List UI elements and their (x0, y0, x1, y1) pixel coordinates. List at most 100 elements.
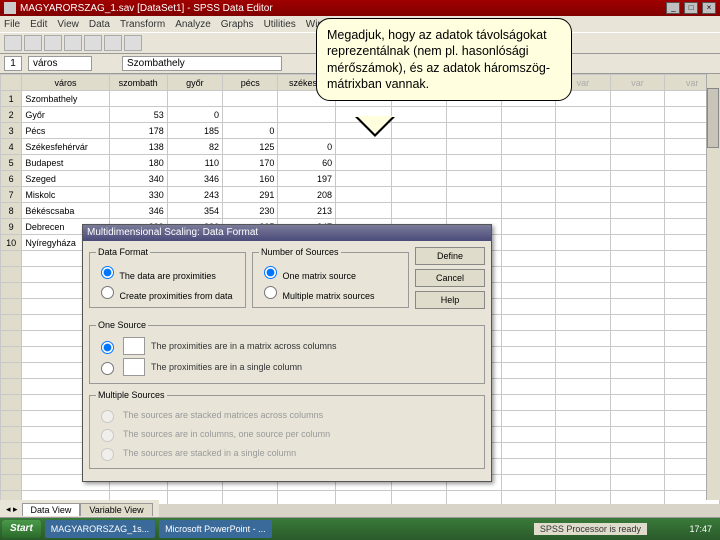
row-header[interactable] (1, 443, 22, 459)
empty-cell[interactable] (501, 395, 556, 411)
menu-data[interactable]: Data (89, 19, 110, 30)
tool-print-icon[interactable] (44, 35, 62, 51)
empty-cell[interactable] (501, 475, 556, 491)
empty-cell[interactable] (610, 155, 665, 171)
empty-cell[interactable] (446, 139, 501, 155)
empty-cell[interactable] (501, 107, 556, 123)
empty-cell[interactable] (556, 459, 611, 475)
empty-cell[interactable] (610, 491, 665, 505)
opt-single-column[interactable]: The proximities are in a single column (96, 358, 478, 376)
cell[interactable]: 346 (109, 203, 167, 219)
cell[interactable]: 138 (109, 139, 167, 155)
empty-cell[interactable] (446, 123, 501, 139)
empty-cell[interactable] (501, 203, 556, 219)
task-spss[interactable]: MAGYARORSZAG_1s... (45, 520, 155, 538)
empty-cell[interactable] (556, 363, 611, 379)
tab-variable-view[interactable]: Variable View (80, 503, 152, 516)
empty-cell[interactable] (610, 123, 665, 139)
empty-cell[interactable] (610, 219, 665, 235)
empty-cell[interactable] (392, 491, 447, 505)
cell[interactable]: 125 (222, 139, 277, 155)
vertical-scrollbar[interactable] (706, 74, 720, 500)
empty-cell[interactable] (556, 283, 611, 299)
menu-graphs[interactable]: Graphs (221, 19, 254, 30)
empty-cell[interactable] (501, 427, 556, 443)
empty-cell[interactable] (610, 475, 665, 491)
menu-utilities[interactable]: Utilities (264, 19, 296, 30)
empty-cell[interactable] (610, 235, 665, 251)
empty-cell[interactable] (501, 331, 556, 347)
row-header[interactable] (1, 267, 22, 283)
opt-proximities[interactable]: The data are proximities (96, 263, 239, 281)
empty-cell[interactable] (610, 171, 665, 187)
empty-cell[interactable] (556, 491, 611, 505)
row-header[interactable] (1, 411, 22, 427)
table-row[interactable]: 8 Békéscsaba346354230213 (1, 203, 720, 219)
empty-cell[interactable] (556, 139, 611, 155)
col-var-5[interactable]: var (610, 75, 665, 91)
empty-cell[interactable] (446, 171, 501, 187)
empty-cell[interactable] (556, 235, 611, 251)
empty-cell[interactable] (501, 459, 556, 475)
cell[interactable]: Pécs (22, 123, 109, 139)
empty-cell[interactable] (556, 427, 611, 443)
cell[interactable] (167, 91, 222, 107)
cell[interactable]: 0 (222, 123, 277, 139)
row-header[interactable] (1, 331, 22, 347)
maximize-button[interactable]: □ (684, 2, 698, 14)
row-header[interactable] (1, 347, 22, 363)
cell[interactable] (109, 91, 167, 107)
empty-cell[interactable] (446, 107, 501, 123)
empty-cell[interactable] (501, 267, 556, 283)
empty-cell[interactable] (556, 187, 611, 203)
system-tray[interactable]: SPSS Processor is ready 17:47 (528, 524, 718, 534)
cell[interactable]: Miskolc (22, 187, 109, 203)
cell[interactable]: Szombathely (22, 91, 109, 107)
row-header[interactable] (1, 459, 22, 475)
cell[interactable] (336, 139, 392, 155)
empty-cell[interactable] (501, 251, 556, 267)
table-row[interactable]: 6 Szeged340346160197 (1, 171, 720, 187)
empty-cell[interactable] (501, 379, 556, 395)
empty-cell[interactable] (610, 267, 665, 283)
tool-redo-icon[interactable] (84, 35, 102, 51)
row-header[interactable]: 3 (1, 123, 22, 139)
tool-open-icon[interactable] (4, 35, 22, 51)
cell[interactable]: Szeged (22, 171, 109, 187)
empty-cell[interactable] (610, 299, 665, 315)
row-header[interactable] (1, 251, 22, 267)
opt-one-source[interactable]: One matrix source (259, 263, 402, 281)
empty-cell[interactable] (556, 171, 611, 187)
empty-cell[interactable] (610, 411, 665, 427)
opt-multi-source[interactable]: Multiple matrix sources (259, 283, 402, 301)
row-header[interactable]: 7 (1, 187, 22, 203)
cell[interactable]: 346 (167, 171, 222, 187)
cell[interactable] (336, 155, 392, 171)
empty-cell[interactable] (610, 427, 665, 443)
empty-cell[interactable] (501, 123, 556, 139)
table-row[interactable]: 7 Miskolc330243291208 (1, 187, 720, 203)
empty-cell[interactable] (501, 219, 556, 235)
cell[interactable]: 170 (222, 155, 277, 171)
menu-file[interactable]: File (4, 19, 20, 30)
empty-cell[interactable] (556, 475, 611, 491)
empty-cell[interactable] (556, 379, 611, 395)
empty-cell[interactable] (501, 491, 556, 505)
cell[interactable]: 110 (167, 155, 222, 171)
table-row[interactable]: 4 Székesfehérvár138821250 (1, 139, 720, 155)
cell[interactable]: Győr (22, 107, 109, 123)
empty-cell[interactable] (610, 443, 665, 459)
row-header[interactable] (1, 379, 22, 395)
cell[interactable]: 0 (278, 139, 336, 155)
empty-cell[interactable] (222, 491, 277, 505)
row-header[interactable]: 6 (1, 171, 22, 187)
opt-create-prox[interactable]: Create proximities from data (96, 283, 239, 301)
cell[interactable]: 340 (109, 171, 167, 187)
empty-cell[interactable] (501, 363, 556, 379)
empty-cell[interactable] (556, 315, 611, 331)
row-header[interactable]: 4 (1, 139, 22, 155)
empty-cell[interactable] (556, 299, 611, 315)
empty-cell[interactable] (392, 139, 447, 155)
empty-cell[interactable] (446, 155, 501, 171)
row-header[interactable] (1, 315, 22, 331)
